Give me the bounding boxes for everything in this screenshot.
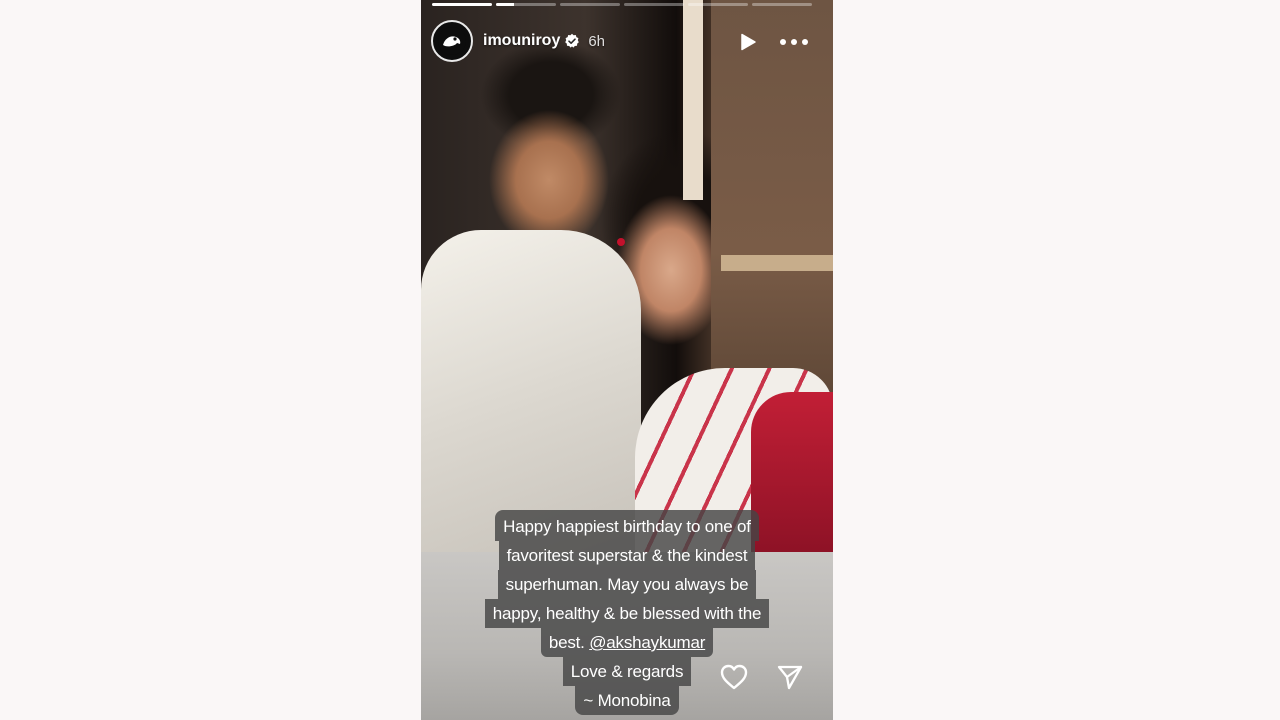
instagram-story[interactable]: imouniroy 6h Happy happiest birthday to … — [421, 0, 833, 720]
caption-line: favoritest superstar & the kindest — [498, 541, 756, 570]
progress-segment — [624, 3, 684, 6]
progress-segment — [688, 3, 748, 6]
send-icon — [777, 665, 803, 690]
caption-text: best. — [548, 633, 590, 652]
caption-line-with-mention: best. @akshaykumar — [540, 628, 714, 657]
share-button[interactable] — [773, 660, 807, 694]
story-progress-bar — [432, 3, 812, 6]
caption-line: Happy happiest birthday to one of — [495, 510, 759, 541]
like-button[interactable] — [717, 660, 751, 694]
wooden-panel — [711, 0, 833, 420]
caption-signature: ~ Monobina — [575, 686, 679, 715]
story-photo — [421, 0, 833, 552]
progress-segment — [752, 3, 812, 6]
mention-link[interactable]: @akshaykumar — [589, 633, 705, 652]
avatar-logo-icon — [438, 27, 466, 55]
caption-line: superhuman. May you always be — [497, 570, 757, 599]
white-shirt — [421, 230, 641, 552]
progress-segment-fill — [496, 3, 514, 6]
bindi — [617, 238, 625, 246]
caption-signoff: Love & regards — [562, 657, 692, 686]
avatar[interactable] — [431, 20, 473, 62]
caption-line: happy, healthy & be blessed with the — [484, 599, 770, 628]
progress-segment — [560, 3, 620, 6]
story-actions — [717, 660, 807, 694]
more-options-button[interactable] — [777, 30, 811, 54]
page-background: imouniroy 6h Happy happiest birthday to … — [0, 0, 1280, 720]
progress-segment — [432, 3, 492, 6]
verified-badge-icon — [565, 33, 580, 48]
heart-icon — [720, 664, 748, 690]
progress-segment-fill — [432, 3, 492, 6]
wooden-beam — [721, 255, 833, 271]
progress-segment — [496, 3, 556, 6]
username[interactable]: imouniroy — [483, 32, 560, 50]
post-time: 6h — [588, 32, 606, 50]
story-header: imouniroy 6h — [431, 20, 823, 62]
play-button[interactable] — [736, 30, 760, 54]
more-dots-icon — [780, 39, 808, 45]
play-icon — [741, 33, 756, 51]
